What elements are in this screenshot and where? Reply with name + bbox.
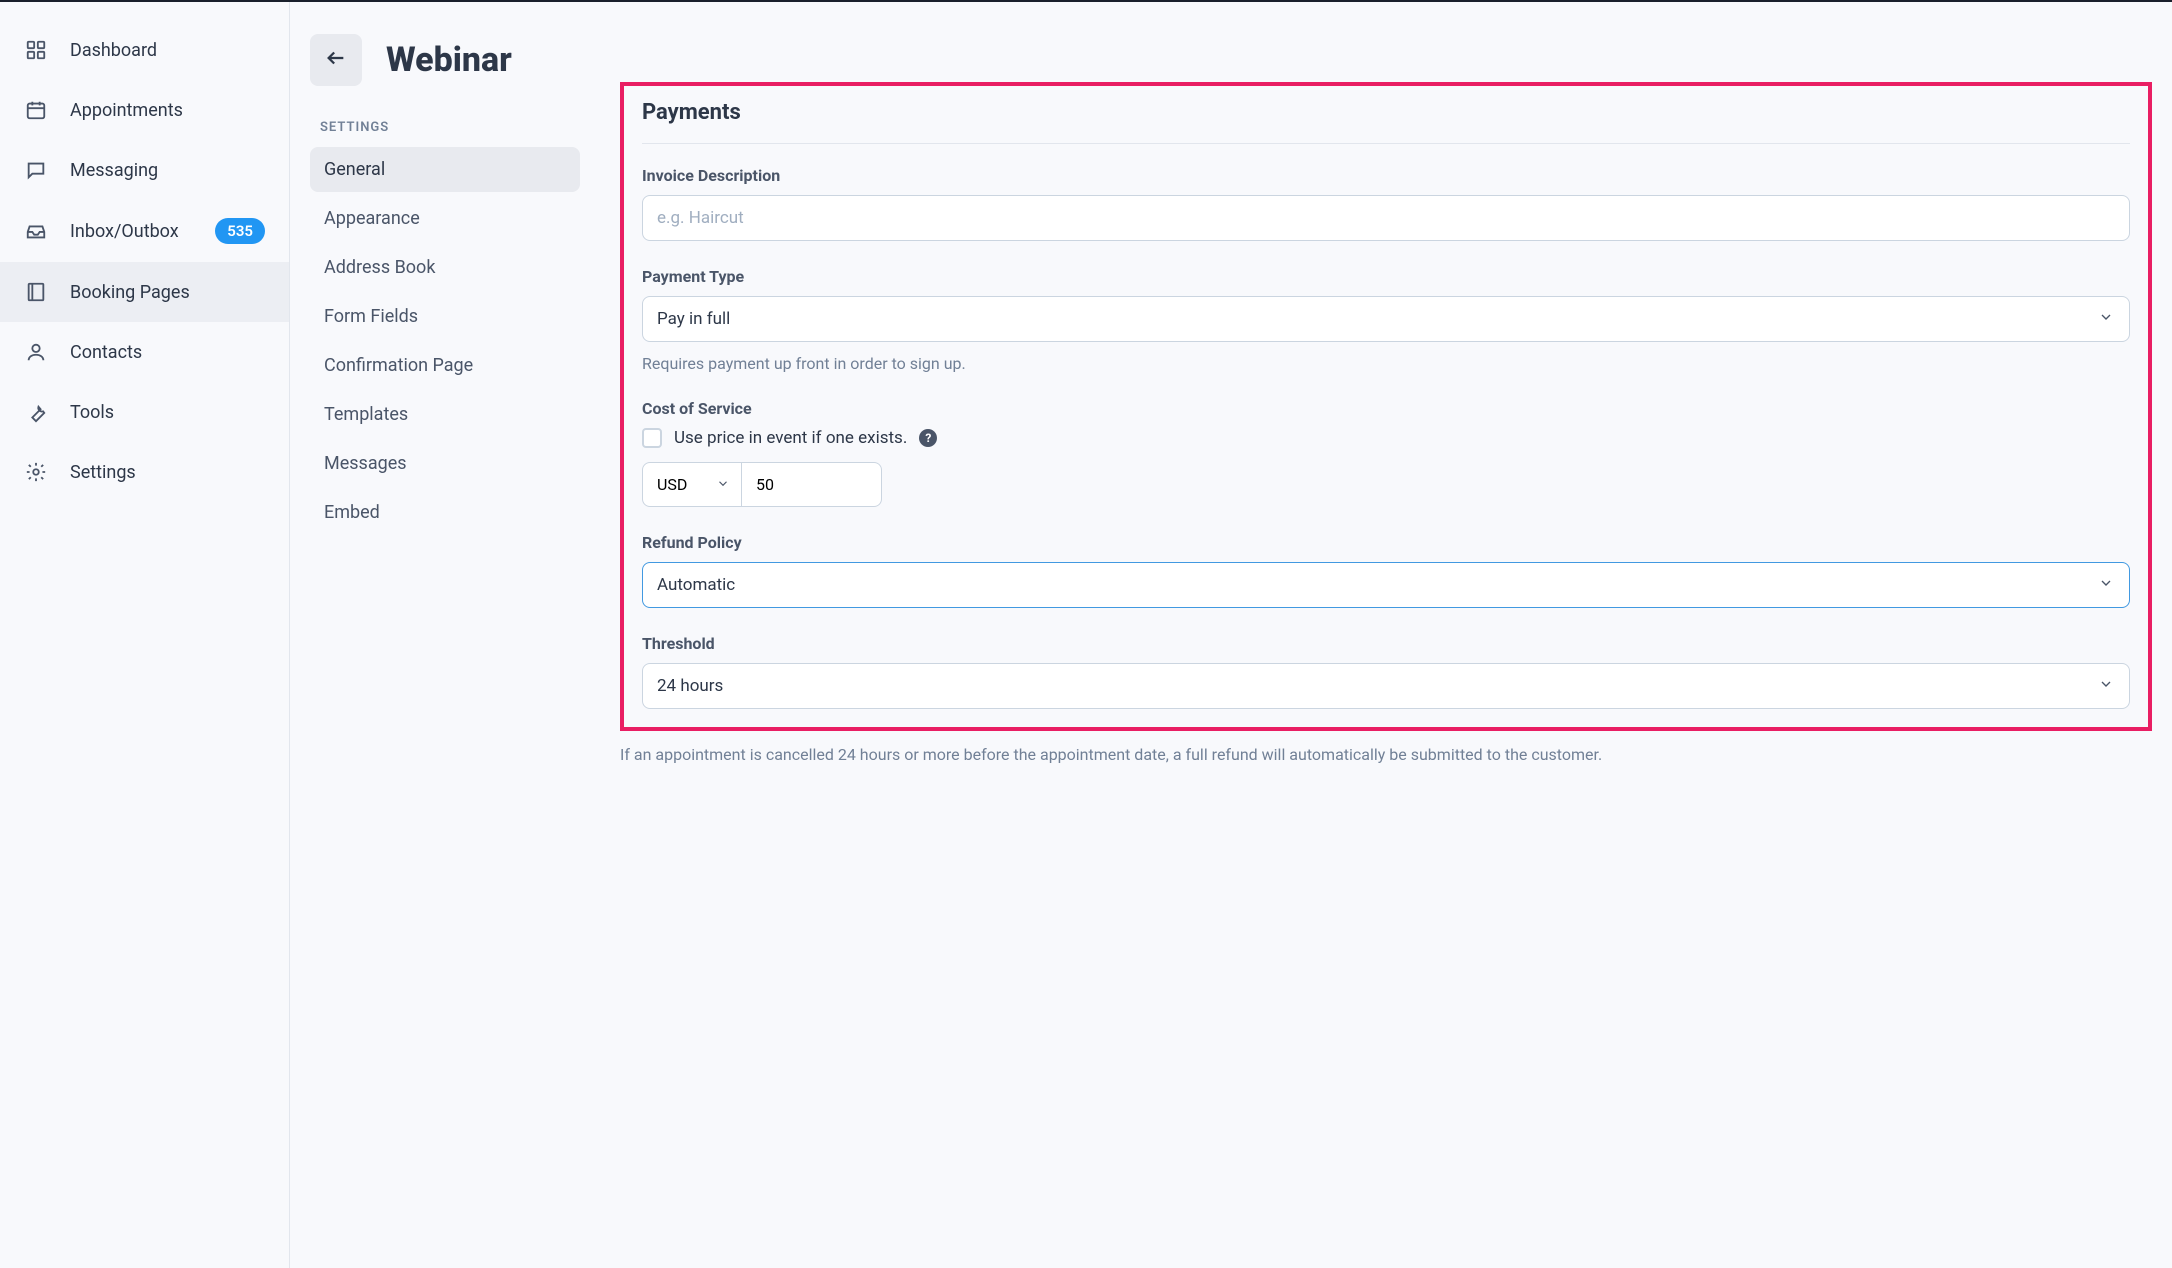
use-event-price-label: Use price in event if one exists. [674,428,907,448]
sidebar-item-inbox[interactable]: Inbox/Outbox 535 [0,200,289,262]
sidebar-item-label: Inbox/Outbox [70,221,179,242]
settings-item-appearance[interactable]: Appearance [310,196,580,241]
person-icon [24,340,48,364]
payment-type-help: Requires payment up front in order to si… [642,354,2130,373]
settings-item-embed[interactable]: Embed [310,490,580,535]
payments-title: Payments [642,100,2130,144]
sidebar-item-label: Dashboard [70,40,157,61]
refund-policy-select[interactable]: Automatic [642,562,2130,608]
sidebar-item-contacts[interactable]: Contacts [0,322,289,382]
inbox-icon [24,219,48,243]
page-title: Webinar [386,40,512,80]
use-event-price-checkbox[interactable] [642,428,662,448]
payment-type-select[interactable]: Pay in full [642,296,2130,342]
gear-icon [24,460,48,484]
settings-item-confirmation-page[interactable]: Confirmation Page [310,343,580,388]
sidebar-item-settings[interactable]: Settings [0,442,289,502]
refund-policy-label: Refund Policy [642,533,2130,552]
sidebar-item-label: Tools [70,402,114,423]
settings-item-templates[interactable]: Templates [310,392,580,437]
settings-item-address-book[interactable]: Address Book [310,245,580,290]
sidebar-item-booking-pages[interactable]: Booking Pages [0,262,289,322]
threshold-select[interactable]: 24 hours [642,663,2130,709]
invoice-description-label: Invoice Description [642,166,2130,185]
amount-input[interactable] [742,462,882,507]
back-button[interactable] [310,34,362,86]
sidebar-item-tools[interactable]: Tools [0,382,289,442]
sidebar-item-label: Appointments [70,100,183,121]
cost-of-service-label: Cost of Service [642,399,2130,418]
help-icon[interactable]: ? [919,429,937,447]
payments-section-highlight: Payments Invoice Description Payment Typ… [620,82,2152,731]
threshold-help: If an appointment is cancelled 24 hours … [620,743,2152,767]
calendar-icon [24,98,48,122]
settings-item-general[interactable]: General [310,147,580,192]
sidebar-item-label: Settings [70,462,136,483]
dashboard-icon [24,38,48,62]
refund-policy-group: Refund Policy Automatic [642,533,2130,608]
message-icon [24,158,48,182]
sidebar-item-label: Booking Pages [70,282,190,303]
sidebar-item-dashboard[interactable]: Dashboard [0,20,289,80]
currency-select[interactable]: USD [642,462,742,507]
settings-heading: SETTINGS [310,120,580,147]
sidebar-item-messaging[interactable]: Messaging [0,140,289,200]
book-icon [24,280,48,304]
sidebar-item-appointments[interactable]: Appointments [0,80,289,140]
payment-type-label: Payment Type [642,267,2130,286]
settings-subnav: Webinar SETTINGS General Appearance Addr… [290,2,600,1268]
invoice-description-group: Invoice Description [642,166,2130,241]
settings-item-form-fields[interactable]: Form Fields [310,294,580,339]
sidebar-item-label: Contacts [70,342,142,363]
threshold-group: Threshold 24 hours [642,634,2130,709]
wrench-icon [24,400,48,424]
threshold-label: Threshold [642,634,2130,653]
sidebar-item-label: Messaging [70,160,158,181]
main-sidebar: Dashboard Appointments Messaging Inbox/O… [0,2,290,1268]
main-content: Payments Invoice Description Payment Typ… [600,2,2172,1268]
settings-item-messages[interactable]: Messages [310,441,580,486]
payment-type-group: Payment Type Pay in full Requires paymen… [642,267,2130,373]
cost-of-service-group: Cost of Service Use price in event if on… [642,399,2130,507]
inbox-badge: 535 [215,218,265,244]
arrow-left-icon [325,47,347,73]
invoice-description-input[interactable] [642,195,2130,241]
